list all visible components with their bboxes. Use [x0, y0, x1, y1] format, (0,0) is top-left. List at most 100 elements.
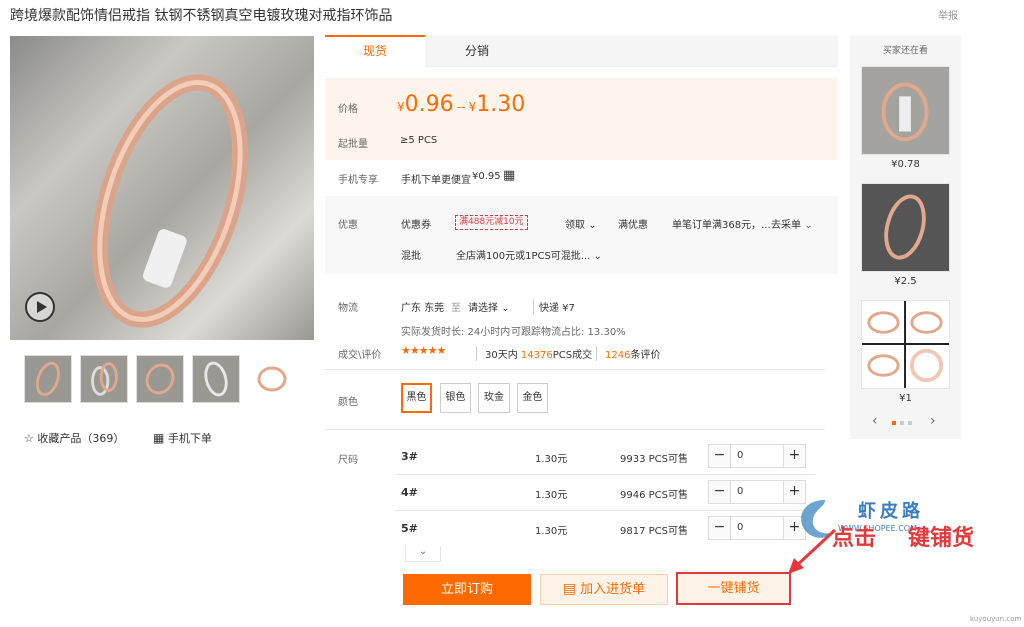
price-panel: 价格 ¥0.96 -- ¥1.30 起批量 ≥5 PCS — [325, 78, 838, 160]
divider — [325, 429, 825, 430]
mixed-text[interactable]: 全店满100元或1PCS可混批... ⌄ — [456, 247, 602, 262]
quantity-input[interactable]: 0 — [737, 522, 743, 533]
qrcode-icon[interactable]: ▦ — [503, 168, 515, 183]
quantity-input[interactable]: 0 — [737, 486, 743, 497]
carousel-dot[interactable] — [900, 421, 904, 425]
thumbnail-5[interactable] — [248, 355, 296, 403]
tab-distribution[interactable]: 分销 — [427, 35, 527, 67]
add-to-cart-button[interactable]: ▤ 加入进货单 — [540, 574, 668, 605]
expand-sizes-button[interactable]: ⌄ — [405, 546, 441, 562]
related-item-2[interactable] — [861, 183, 950, 272]
receive-coupon[interactable]: 领取 ⌄ — [565, 216, 597, 231]
size-price: 1.30元 — [535, 454, 568, 465]
reviews-number: 1246 — [605, 350, 631, 361]
thumbnail-4[interactable] — [192, 355, 240, 403]
mixed-text-label: 全店满100元或1PCS可混批... — [456, 251, 591, 262]
price-low: 0.96 — [404, 92, 454, 117]
chevron-left-icon[interactable]: ‹ — [872, 413, 878, 429]
clipboard-icon: ▤ — [562, 581, 577, 597]
color-option-silver[interactable]: 银色 — [440, 383, 471, 413]
ring-image — [91, 74, 249, 328]
related-price-2: ¥2.5 — [894, 276, 917, 287]
color-option-gold[interactable]: 金色 — [517, 383, 548, 413]
related-item-3[interactable] — [861, 300, 950, 389]
tab-bar: 现货 分销 — [325, 35, 838, 67]
increment-button[interactable]: + — [783, 445, 805, 467]
rating-stars: ★★★★★ — [401, 344, 446, 357]
mobile-text: 手机下单更便宜 — [401, 175, 471, 186]
quantity-stepper: − 0 + — [708, 444, 806, 468]
purchase-link[interactable]: 去采单 ⌄ — [771, 216, 813, 231]
sales-label: 成交\评价 — [338, 350, 382, 361]
price-high: 1.30 — [476, 92, 526, 117]
moq-value: ≥5 PCS — [400, 135, 438, 146]
size-value: 3# — [401, 450, 418, 463]
reviews-count[interactable]: 1246条评价 — [596, 346, 660, 361]
mobile-price: ¥0.95 — [472, 171, 501, 182]
color-label: 颜色 — [338, 397, 358, 408]
page-title: 跨境爆款配饰情侣戒指 钛钢不锈钢真空电镀玫瑰对戒指环饰品 — [10, 8, 393, 24]
divider — [395, 510, 815, 511]
divider — [325, 369, 825, 370]
size-row: 4# 1.30元 9946 PCS可售 − 0 + — [395, 477, 815, 509]
size-stock: 9817 PCS可售 — [620, 526, 688, 537]
chevron-down-icon: ⌄ — [418, 546, 428, 557]
price-separator: -- — [456, 100, 466, 114]
sales-count: 30天内 14376PCS成交 — [476, 346, 592, 361]
thumbnail-1[interactable] — [24, 355, 72, 403]
carousel-dot[interactable] — [908, 421, 912, 425]
size-value: 5# — [401, 522, 418, 535]
arrow-icon — [788, 528, 837, 574]
moq-label: 起批量 — [338, 139, 368, 150]
coupon-tag[interactable]: 满488元减10元 — [455, 215, 528, 230]
play-video-button[interactable] — [25, 292, 55, 322]
chevron-right-icon[interactable]: › — [930, 413, 936, 429]
buy-now-button[interactable]: 立即订购 — [403, 574, 531, 605]
mobile-order-button[interactable]: ▦ 手机下单 — [153, 430, 212, 446]
price-range: ¥0.96 -- ¥1.30 — [397, 92, 525, 117]
carousel-dot-active[interactable] — [892, 421, 896, 425]
add-to-cart-label: 加入进货单 — [580, 582, 646, 597]
thumbnail-2[interactable] — [80, 355, 128, 403]
reviews-suffix: 条评价 — [630, 350, 661, 361]
star-outline-icon: ☆ — [24, 432, 34, 445]
tab-spot[interactable]: 现货 — [325, 35, 425, 67]
favorite-button[interactable]: ☆ 收藏产品（369） — [24, 430, 124, 446]
qrcode-icon: ▦ — [153, 431, 165, 445]
sidebar-title: 买家还在看 — [882, 46, 928, 56]
destination-select[interactable]: 请选择 ⌄ — [468, 299, 510, 314]
one-key-distribute-button[interactable]: 一键铺货 — [676, 572, 791, 605]
sales-suffix: PCS成交 — [552, 350, 593, 361]
mobile-order-label: 手机下单 — [167, 432, 212, 445]
chevron-down-icon: ⌄ — [593, 251, 602, 262]
ring-thumb-image — [257, 366, 287, 392]
chevron-down-icon: ⌄ — [501, 303, 510, 314]
decrement-button[interactable]: − — [709, 481, 731, 503]
size-stock: 9933 PCS可售 — [620, 454, 688, 465]
size-row: 5# 1.30元 9817 PCS可售 − 0 + — [395, 513, 815, 545]
tracking-ratio: 可跟踪物流占比: 13.30% — [511, 327, 626, 338]
chevron-down-icon: ⌄ — [804, 220, 813, 231]
ring-thumb-image — [145, 363, 175, 395]
ring-thumb-image — [204, 361, 228, 397]
divider — [395, 474, 815, 475]
decrement-button[interactable]: − — [709, 517, 731, 539]
thumbnail-3[interactable] — [136, 355, 184, 403]
related-price-1: ¥0.78 — [891, 159, 920, 170]
main-product-image[interactable] — [10, 36, 314, 340]
sales-number: 14376 — [520, 350, 553, 361]
size-price: 1.30元 — [535, 490, 568, 501]
watermark: kuyouyun.com — [970, 615, 1022, 623]
rings-thumb-image — [91, 362, 118, 396]
size-value: 4# — [401, 486, 418, 499]
mobile-label: 手机专享 — [338, 175, 378, 186]
size-stock: 9946 PCS可售 — [620, 490, 688, 501]
color-option-black[interactable]: 黑色 — [401, 383, 432, 413]
quantity-input[interactable]: 0 — [737, 450, 743, 461]
decrement-button[interactable]: − — [709, 445, 731, 467]
logistics-label: 物流 — [338, 303, 358, 314]
ring-thumb-image — [884, 194, 926, 260]
related-item-1[interactable] — [861, 66, 950, 155]
report-link[interactable]: 举报 — [938, 7, 958, 22]
color-option-rosegold[interactable]: 玫金 — [478, 383, 510, 413]
